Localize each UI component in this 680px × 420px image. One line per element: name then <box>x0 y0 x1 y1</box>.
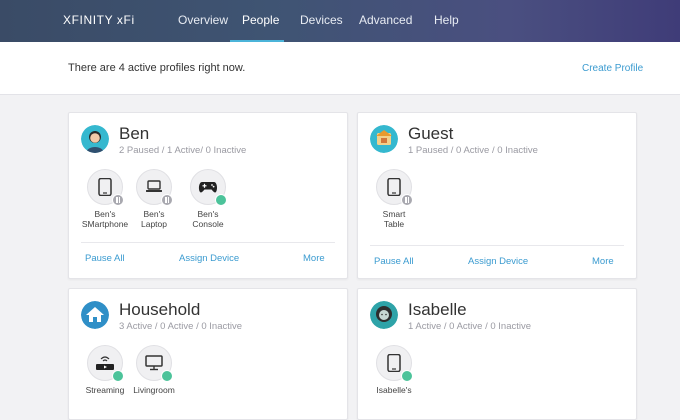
assign-device-button[interactable]: Assign Device <box>179 253 239 264</box>
device-item[interactable]: Ben's Laptop <box>124 169 184 229</box>
profile-name[interactable]: Household <box>119 300 200 320</box>
avatar[interactable] <box>370 301 398 329</box>
tab-advanced[interactable]: Advanced <box>359 13 412 27</box>
device-icon-circle <box>376 169 413 206</box>
device-label: Ben's Laptop <box>141 209 167 229</box>
active-badge <box>215 194 227 206</box>
profile-card-isabelle: Isabelle 1 Active / 0 Active / 0 Inactiv… <box>357 288 637 420</box>
pause-all-button[interactable]: Pause All <box>374 256 414 267</box>
house-icon <box>81 301 109 329</box>
device-icon-circle <box>87 345 124 382</box>
device-item[interactable]: Isabelle's <box>364 345 424 395</box>
paused-badge <box>161 194 173 206</box>
game-controller-icon <box>198 182 218 193</box>
smartphone-icon <box>98 178 112 196</box>
card-divider <box>370 245 624 246</box>
device-icon-circle <box>87 169 124 206</box>
profile-card-guest: Guest 1 Paused / 0 Active / 0 Inactive S… <box>357 112 637 279</box>
avatar[interactable] <box>81 125 109 153</box>
tv-icon <box>145 355 163 371</box>
assign-device-button[interactable]: Assign Device <box>468 256 528 267</box>
active-badge <box>161 370 173 382</box>
card-divider <box>81 242 335 243</box>
tab-devices[interactable]: Devices <box>300 13 343 27</box>
smartphone-icon <box>387 178 401 196</box>
profile-card-household: Household 3 Active / 0 Active / 0 Inacti… <box>68 288 348 420</box>
device-label: Smart Table <box>382 209 406 229</box>
device-icon-circle <box>190 169 227 206</box>
device-icon-circle <box>136 169 173 206</box>
profile-name[interactable]: Ben <box>119 124 149 144</box>
top-nav-bar: XFINITY xFi Overview People Devices Adva… <box>0 0 680 42</box>
profile-status: 3 Active / 0 Active / 0 Inactive <box>119 321 243 332</box>
more-button[interactable]: More <box>592 256 614 267</box>
profile-card-ben: Ben 2 Paused / 1 Active/ 0 Inactive Ben'… <box>68 112 348 279</box>
paused-badge <box>112 194 124 206</box>
tab-people[interactable]: People <box>242 13 279 27</box>
device-label: Livingroom <box>133 385 175 395</box>
ben-avatar-icon <box>81 125 109 153</box>
profiles-info-bar: There are 4 active profiles right now. C… <box>0 42 680 95</box>
paused-badge <box>401 194 413 206</box>
more-button[interactable]: More <box>303 253 325 264</box>
device-label: Ben's Console <box>192 209 224 229</box>
active-badge <box>401 370 413 382</box>
profile-status: 1 Active / 0 Active / 0 Inactive <box>408 321 532 332</box>
device-item[interactable]: Livingroom <box>124 345 184 395</box>
device-label: Isabelle's <box>376 385 412 395</box>
device-icon-circle <box>136 345 173 382</box>
avatar[interactable] <box>81 301 109 329</box>
laptop-icon <box>146 180 162 192</box>
isabelle-avatar-icon <box>370 301 398 329</box>
tab-overview[interactable]: Overview <box>178 13 228 27</box>
create-profile-link[interactable]: Create Profile <box>582 63 643 74</box>
tab-help[interactable]: Help <box>434 13 459 27</box>
active-profiles-text: There are 4 active profiles right now. <box>68 62 246 74</box>
pause-all-button[interactable]: Pause All <box>85 253 125 264</box>
profile-status: 1 Paused / 0 Active / 0 Inactive <box>408 145 538 156</box>
streaming-box-icon <box>96 356 114 370</box>
avatar[interactable] <box>370 125 398 153</box>
device-item[interactable]: Ben's Console <box>178 169 238 229</box>
device-icon-circle <box>376 345 413 382</box>
active-badge <box>112 370 124 382</box>
device-item[interactable]: Smart Table <box>364 169 424 229</box>
guest-avatar-icon <box>370 125 398 153</box>
profile-name[interactable]: Guest <box>408 124 453 144</box>
profile-name[interactable]: Isabelle <box>408 300 467 320</box>
brand-logo[interactable]: XFINITY xFi <box>63 13 135 27</box>
profile-status: 2 Paused / 1 Active/ 0 Inactive <box>119 145 247 156</box>
smartphone-icon <box>387 354 401 372</box>
